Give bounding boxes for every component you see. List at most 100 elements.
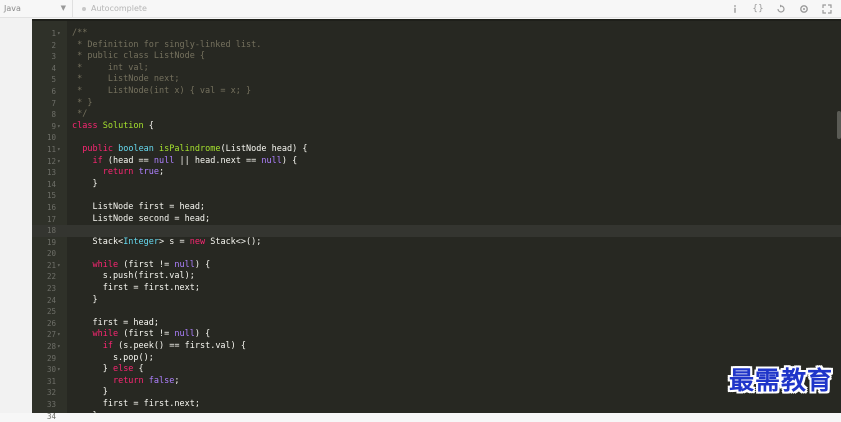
code-token: ) { xyxy=(281,155,298,166)
line-number: 27 xyxy=(46,330,56,340)
code-text: * } xyxy=(72,98,92,110)
code-text: first = first.next; xyxy=(72,283,200,295)
code-text: while (first != null) { xyxy=(72,329,210,341)
code-line[interactable]: 31 return false; xyxy=(32,376,841,388)
code-text: * ListNode next; xyxy=(72,74,179,86)
code-line[interactable]: 28 ▾ if (s.peek() == first.val) { xyxy=(32,341,841,353)
code-text: /** xyxy=(72,28,87,40)
code-line[interactable]: 11 ▾ public boolean isPalindrome(ListNode… xyxy=(32,144,841,156)
code-token: s.pop(); xyxy=(72,352,154,363)
code-line[interactable]: 3 * public class ListNode { xyxy=(32,51,841,63)
code-line[interactable]: 27 ▾ while (first != null) { xyxy=(32,329,841,341)
code-token: ListNode second = head; xyxy=(72,213,211,224)
code-text: s.pop(); xyxy=(72,353,154,365)
code-token: * int val; xyxy=(72,62,149,73)
code-token: null xyxy=(153,155,175,166)
code-line[interactable]: 6 * ListNode(int x) { val = x; } xyxy=(32,86,841,98)
code-line[interactable]: 8 */ xyxy=(32,109,841,121)
line-number: 18 xyxy=(46,226,56,236)
code-text: * int val; xyxy=(72,63,149,75)
code-token: * public class ListNode { xyxy=(72,51,206,62)
line-number: 6 xyxy=(51,86,56,96)
code-token: (head == xyxy=(102,155,154,166)
code-line[interactable]: 30 ▾ } else { xyxy=(32,364,841,376)
code-token: } xyxy=(72,294,98,305)
code-token: (ListNode head) { xyxy=(220,143,308,154)
code-line[interactable]: 23 first = first.next; xyxy=(32,283,841,295)
code-token: null xyxy=(174,259,195,270)
fold-arrow-icon[interactable]: ▾ xyxy=(57,329,61,341)
line-number: 22 xyxy=(46,272,56,282)
code-token: (first != xyxy=(118,329,175,340)
code-line[interactable]: 20 xyxy=(32,248,841,260)
line-number: 20 xyxy=(46,249,56,259)
code-line[interactable]: 9 ▾ class Solution { xyxy=(32,121,841,133)
code-line[interactable]: 25 xyxy=(32,306,841,318)
code-token: public xyxy=(82,143,113,154)
code-line[interactable]: 1 ▾ /** xyxy=(32,28,841,40)
code-line[interactable]: 22 s.push(first.val); xyxy=(32,271,841,283)
line-number: 24 xyxy=(46,295,56,305)
code-text: } xyxy=(72,410,98,422)
line-number: 26 xyxy=(46,318,56,328)
code-line[interactable]: 18 xyxy=(32,225,841,237)
code-line[interactable]: 10 xyxy=(32,132,841,144)
code-line[interactable]: 13 return true; xyxy=(32,167,841,179)
code-line[interactable]: 15 xyxy=(32,190,841,202)
line-number: 4 xyxy=(51,63,56,73)
autocomplete-toggle[interactable]: Autocomplete xyxy=(82,0,147,17)
code-line[interactable]: 34 } xyxy=(32,411,841,422)
code-line[interactable]: 7 * } xyxy=(32,98,841,110)
info-icon[interactable] xyxy=(729,3,741,15)
fullscreen-icon[interactable] xyxy=(821,3,833,15)
code-text: return true; xyxy=(72,167,164,179)
fold-arrow-icon[interactable]: ▾ xyxy=(57,341,61,353)
language-select[interactable]: Java ▼ xyxy=(0,0,73,17)
page-margin xyxy=(0,18,32,413)
code-line[interactable]: 32 } xyxy=(32,387,841,399)
editor-toolbar: Java ▼ Autocomplete {} xyxy=(0,0,841,18)
code-token: if xyxy=(102,341,113,352)
language-label: Java xyxy=(4,4,21,13)
fold-arrow-icon[interactable]: ▾ xyxy=(57,28,61,40)
code-line[interactable]: 21 ▾ while (first != null) { xyxy=(32,260,841,272)
line-number: 19 xyxy=(46,237,56,247)
code-line[interactable]: 24 } xyxy=(32,295,841,307)
code-line[interactable]: 26 first = head; xyxy=(32,318,841,330)
fold-arrow-icon[interactable]: ▾ xyxy=(57,156,61,168)
code-token: Solution xyxy=(102,120,144,131)
code-line[interactable]: 29 s.pop(); xyxy=(32,353,841,365)
code-token: } xyxy=(72,410,98,421)
code-text: * public class ListNode { xyxy=(72,51,205,63)
fold-arrow-icon[interactable]: ▾ xyxy=(57,364,61,376)
settings-icon[interactable] xyxy=(798,3,810,15)
code-token: Stack<>(); xyxy=(205,236,262,247)
code-text: Stack<Integer> s = new Stack<>(); xyxy=(72,237,261,249)
code-line[interactable]: 16 ListNode first = head; xyxy=(32,202,841,214)
fold-arrow-icon[interactable]: ▾ xyxy=(57,144,61,156)
code-text: */ xyxy=(72,109,87,121)
code-text: } xyxy=(72,294,98,307)
code-line[interactable]: 17 ListNode second = head; xyxy=(32,214,841,226)
code-line[interactable]: 5 * ListNode next; xyxy=(32,74,841,86)
fold-arrow-icon[interactable]: ▾ xyxy=(57,121,61,133)
code-line[interactable]: 19 Stack<Integer> s = new Stack<>(); xyxy=(32,237,841,249)
code-token: * ListNode(int x) { val = x; } xyxy=(72,85,252,96)
code-line[interactable]: 12 ▾ if (head == null || head.next == nul… xyxy=(32,156,841,168)
line-number: 8 xyxy=(51,110,56,120)
line-number: 9 xyxy=(51,121,56,131)
code-line[interactable]: 2 * Definition for singly-linked list. xyxy=(32,40,841,52)
code-token: ; xyxy=(159,167,165,178)
fold-arrow-icon[interactable]: ▾ xyxy=(57,260,61,272)
code-line[interactable]: 14 } xyxy=(32,179,841,191)
code-token: return xyxy=(102,167,134,178)
code-line[interactable]: 33 first = first.next; xyxy=(32,399,841,411)
code-editor[interactable]: 1 ▾/** 2 * Definition for singly-linked li… xyxy=(32,19,841,421)
line-number: 15 xyxy=(46,191,56,201)
reset-icon[interactable] xyxy=(775,3,787,15)
braces-icon[interactable]: {} xyxy=(752,3,764,15)
code-line[interactable]: 4 * int val; xyxy=(32,63,841,75)
code-text: public boolean isPalindrome(ListNode hea… xyxy=(72,144,307,156)
scrollbar-thumb[interactable] xyxy=(837,111,841,139)
